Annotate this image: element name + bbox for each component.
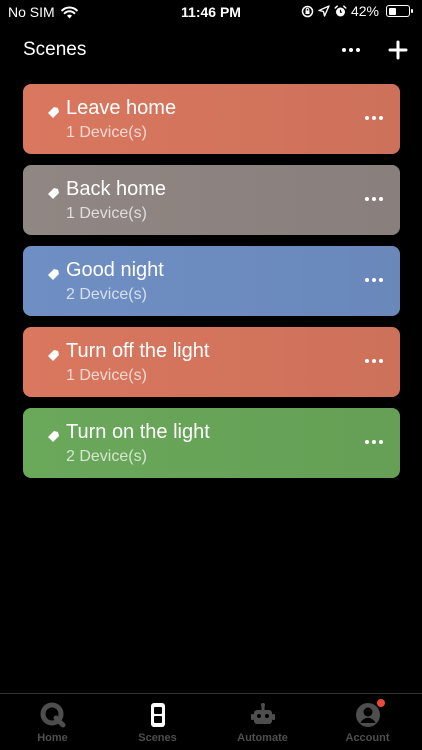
scene-device-count: 2 Device(s) <box>66 448 147 465</box>
scene-device-count: 1 Device(s) <box>66 367 147 384</box>
more-dots-icon <box>365 116 383 120</box>
scene-device-count: 1 Device(s) <box>66 205 147 222</box>
scene-list: Leave home 1 Device(s) Back home 1 Devic… <box>23 84 400 489</box>
page-title: Scenes <box>23 39 87 60</box>
tab-automate[interactable]: Automate <box>210 694 315 750</box>
scene-more-button[interactable] <box>360 347 388 375</box>
location-icon <box>318 5 330 17</box>
tag-icon <box>48 107 59 118</box>
scene-card[interactable]: Turn on the light 2 Device(s) <box>23 408 400 478</box>
scene-name: Leave home <box>66 97 177 119</box>
orientation-lock-icon <box>301 5 314 17</box>
scene-card[interactable]: Back home 1 Device(s) <box>23 165 400 235</box>
scene-device-count: 2 Device(s) <box>66 286 147 303</box>
status-bar: No SIM 11:46 PM 42% <box>0 0 422 24</box>
more-dots-icon <box>365 278 383 282</box>
tab-label: Scenes <box>138 732 177 744</box>
tag-icon <box>48 188 59 199</box>
scene-card[interactable]: Leave home 1 Device(s) <box>23 84 400 154</box>
more-dots-icon <box>365 440 383 444</box>
tab-scenes[interactable]: Scenes <box>105 694 210 750</box>
scene-more-button[interactable] <box>360 104 388 132</box>
scene-more-button[interactable] <box>360 185 388 213</box>
scene-more-button[interactable] <box>360 266 388 294</box>
notification-badge <box>376 699 385 707</box>
tab-label: Home <box>37 732 68 744</box>
scene-more-button[interactable] <box>360 428 388 456</box>
alarm-icon <box>334 4 347 16</box>
battery-percent: 42% <box>350 3 379 19</box>
scene-name: Good night <box>66 259 164 281</box>
account-icon-wrap <box>354 699 385 729</box>
home-q-icon <box>40 702 65 728</box>
tab-account[interactable]: Account <box>315 694 420 750</box>
more-dots-icon <box>342 48 360 52</box>
more-dots-icon <box>365 359 383 363</box>
header: Scenes <box>0 36 422 66</box>
scenes-icon <box>150 703 165 727</box>
scene-name: Turn on the light <box>66 421 210 443</box>
robot-icon <box>250 703 275 724</box>
tab-label: Automate <box>237 732 288 744</box>
scene-card[interactable]: Turn off the light 1 Device(s) <box>23 327 400 397</box>
scene-device-count: 1 Device(s) <box>66 124 147 141</box>
more-dots-icon <box>365 197 383 201</box>
battery-fill <box>388 7 397 15</box>
battery-icon <box>386 5 413 17</box>
status-right: 42% <box>301 3 413 19</box>
more-options-button[interactable] <box>336 36 366 64</box>
tab-label: Account <box>345 732 390 744</box>
add-scene-button[interactable] <box>384 36 412 64</box>
scene-name: Turn off the light <box>66 340 210 362</box>
scene-card[interactable]: Good night 2 Device(s) <box>23 246 400 316</box>
tag-icon <box>48 350 59 361</box>
tab-home[interactable]: Home <box>0 694 105 750</box>
scene-name: Back home <box>66 178 167 200</box>
tag-icon <box>48 269 59 280</box>
tag-icon <box>48 431 59 442</box>
tab-bar: Home Scenes Automate Account <box>0 693 422 750</box>
